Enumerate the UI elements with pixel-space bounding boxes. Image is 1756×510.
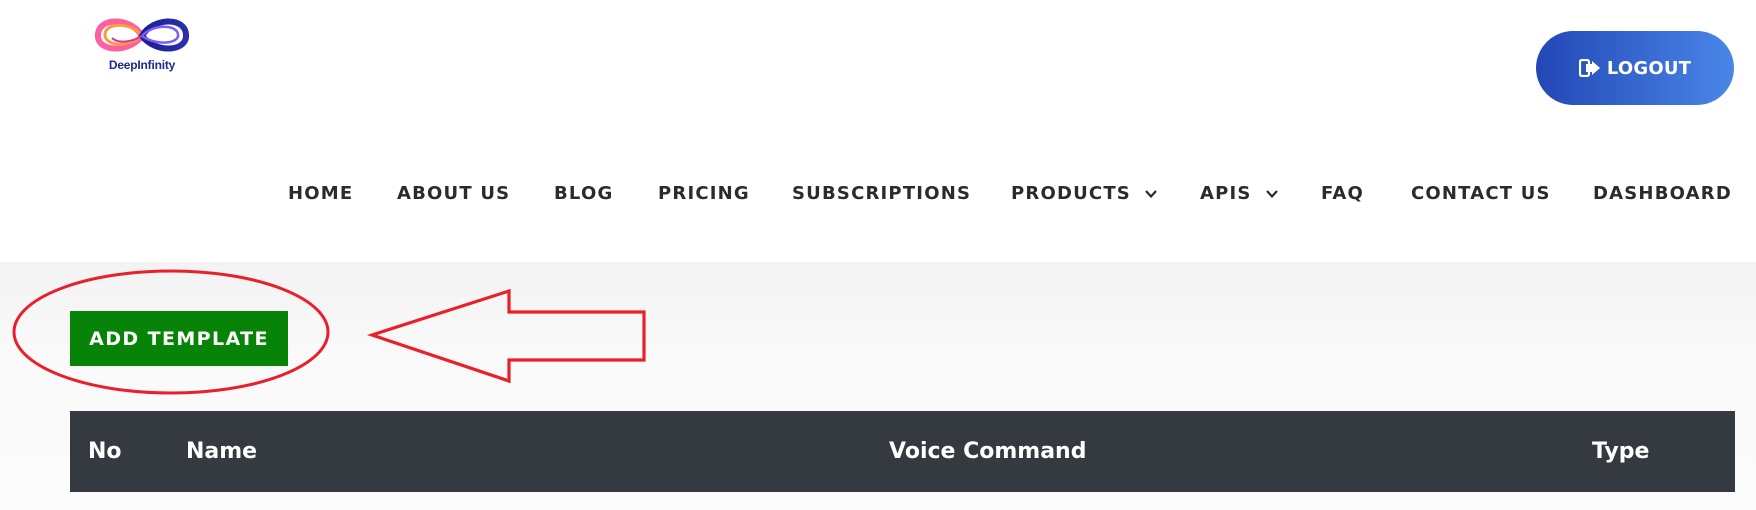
nav-item-subscriptions[interactable]: SUBSCRIPTIONS (792, 176, 971, 212)
nav-item-label: PRICING (658, 183, 750, 204)
nav-item-label: PRODUCTS (1011, 183, 1131, 204)
column-header-name: Name (186, 439, 258, 464)
column-header-voice-command: Voice Command (889, 439, 1087, 464)
infinity-logo-icon (95, 18, 189, 52)
site-header: DeepInfinity LOGOUT HOME ABOUT US BLOG P… (0, 0, 1756, 262)
chevron-down-icon (1145, 190, 1158, 199)
nav-item-home[interactable]: HOME (288, 176, 353, 212)
nav-item-label: HOME (288, 183, 354, 204)
brand-logo-text: DeepInfinity (108, 58, 176, 72)
nav-item-label: ABOUT US (397, 183, 511, 204)
nav-item-label: DASHBOARD (1593, 183, 1732, 204)
add-template-label: ADD TEMPLATE (89, 327, 269, 350)
page: DeepInfinity LOGOUT HOME ABOUT US BLOG P… (0, 0, 1756, 510)
nav-item-label: CONTACT US (1411, 183, 1551, 204)
nav-item-faq[interactable]: FAQ (1321, 176, 1364, 212)
column-header-no: No (88, 439, 122, 464)
main-nav: HOME ABOUT US BLOG PRICING SUBSCRIPTIONS… (0, 176, 1756, 212)
chevron-down-icon (1266, 190, 1278, 199)
nav-item-label: FAQ (1321, 183, 1365, 204)
logout-label: LOGOUT (1606, 57, 1692, 79)
nav-item-products[interactable]: PRODUCTS (1011, 176, 1158, 212)
nav-item-contact-us[interactable]: CONTACT US (1411, 176, 1551, 212)
nav-item-blog[interactable]: BLOG (554, 176, 613, 212)
brand-logo[interactable]: DeepInfinity (92, 12, 192, 78)
logout-button[interactable]: LOGOUT (1536, 31, 1734, 105)
column-header-type: Type (1592, 439, 1650, 464)
nav-item-dashboard[interactable]: DASHBOARD (1593, 176, 1732, 212)
nav-item-about-us[interactable]: ABOUT US (397, 176, 510, 212)
nav-item-label: BLOG (554, 183, 614, 204)
templates-table-header: No Name Voice Command Type (70, 411, 1735, 492)
nav-item-pricing[interactable]: PRICING (658, 176, 750, 212)
sign-out-icon (1578, 59, 1600, 77)
nav-item-apis[interactable]: APIS (1200, 176, 1279, 212)
nav-item-label: SUBSCRIPTIONS (792, 183, 972, 204)
nav-item-label: APIS (1200, 183, 1252, 204)
add-template-button[interactable]: ADD TEMPLATE (70, 311, 288, 366)
